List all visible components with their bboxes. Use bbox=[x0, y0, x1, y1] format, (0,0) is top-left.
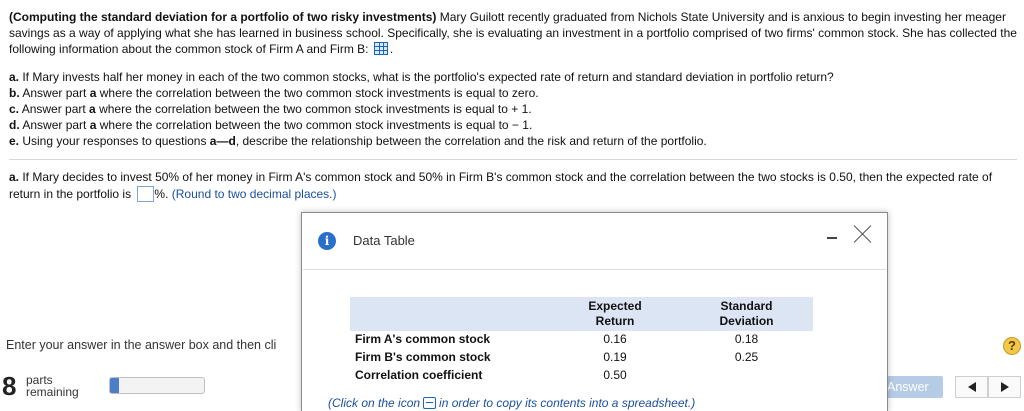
part-text: Answer part bbox=[19, 118, 90, 132]
copy-to-spreadsheet-icon[interactable] bbox=[423, 397, 437, 409]
standard-deviation-cell bbox=[680, 367, 813, 385]
header-line: Expected bbox=[588, 299, 642, 313]
table-row: Firm A's common stock 0.16 0.18 bbox=[350, 331, 813, 349]
chevron-right-icon bbox=[1001, 382, 1009, 392]
part-e-text: e. Using your responses to questions a—d… bbox=[9, 133, 1017, 149]
problem-statement: (Computing the standard deviation for a … bbox=[9, 9, 1017, 149]
part-tail: where the correlation between the two co… bbox=[95, 102, 532, 116]
part-ref: a—d bbox=[209, 134, 236, 148]
data-table: Expected Return Standard Deviation Firm A'… bbox=[350, 297, 813, 385]
dialog-header: i Data Table bbox=[302, 213, 887, 269]
answer-unit: %. bbox=[154, 187, 169, 201]
next-button[interactable] bbox=[988, 376, 1021, 398]
progress-bar bbox=[109, 377, 205, 394]
part-label: a. bbox=[9, 70, 20, 84]
header-line: Standard bbox=[720, 299, 773, 313]
answer-button[interactable]: Answer bbox=[882, 376, 943, 398]
part-tail: where the correlation between the two co… bbox=[96, 86, 539, 100]
problem-title: (Computing the standard deviation for a … bbox=[9, 10, 437, 24]
table-header-standard-deviation: Standard Deviation bbox=[680, 297, 813, 331]
part-text: Using your responses to questions bbox=[19, 134, 210, 148]
table-header-expected-return: Expected Return bbox=[550, 297, 680, 331]
standard-deviation-cell: 0.18 bbox=[734, 332, 759, 346]
question-label: a. bbox=[9, 170, 20, 184]
chevron-left-icon bbox=[968, 382, 976, 392]
part-ref: a bbox=[89, 102, 96, 116]
part-text: If Mary invests half her money in each o… bbox=[19, 70, 834, 84]
progress-fill bbox=[110, 378, 120, 393]
part-tail: , describe the relationship between the … bbox=[235, 134, 707, 148]
row-label: Firm A's common stock bbox=[355, 332, 491, 346]
intro-end: . bbox=[389, 42, 394, 56]
part-d-text: d. Answer part a where the correlation b… bbox=[9, 117, 1017, 133]
section-divider bbox=[9, 159, 1017, 160]
info-icon: i bbox=[318, 232, 336, 250]
data-table-dialog: i Data Table Expected Return Standard Devi… bbox=[301, 212, 888, 411]
help-icon[interactable]: ? bbox=[1003, 337, 1021, 355]
problem-intro: (Computing the standard deviation for a … bbox=[9, 9, 1017, 57]
row-label: Correlation coefficient bbox=[355, 368, 483, 382]
part-label: d. bbox=[9, 118, 20, 132]
part-text: Answer part bbox=[19, 102, 90, 116]
minimize-icon[interactable] bbox=[827, 237, 837, 239]
header-line: Deviation bbox=[719, 314, 774, 328]
expected-return-cell: 0.19 bbox=[603, 350, 627, 364]
part-text: Answer part bbox=[19, 86, 90, 100]
table-row: Correlation coefficient 0.50 bbox=[350, 367, 813, 385]
row-label: Firm B's common stock bbox=[355, 350, 491, 364]
instruction-text: Enter your answer in the answer box and … bbox=[6, 338, 277, 352]
dialog-title: Data Table bbox=[353, 233, 415, 248]
part-a-text: a. If Mary invests half her money in eac… bbox=[9, 69, 1017, 85]
copy-note-before: (Click on the icon bbox=[328, 396, 421, 410]
copy-note: (Click on the icon in order to copy its c… bbox=[328, 396, 695, 410]
previous-button[interactable] bbox=[955, 376, 988, 398]
table-header-blank bbox=[350, 297, 550, 331]
part-tail: where the correlation between the two co… bbox=[96, 118, 533, 132]
header-line: Return bbox=[595, 314, 635, 328]
part-c-text: c. Answer part a where the correlation b… bbox=[9, 101, 1017, 117]
part-label: e. bbox=[9, 134, 20, 148]
parts-count: 8 bbox=[2, 371, 17, 401]
standard-deviation-cell: 0.25 bbox=[734, 350, 759, 364]
expected-return-cell: 0.50 bbox=[603, 368, 627, 382]
answer-input[interactable] bbox=[137, 186, 155, 202]
copy-note-after: in order to copy its contents into a spr… bbox=[439, 396, 696, 410]
table-row: Firm B's common stock 0.19 0.25 bbox=[350, 349, 813, 367]
part-label: c. bbox=[9, 102, 20, 116]
data-table-icon[interactable] bbox=[373, 42, 388, 55]
expected-return-cell: 0.16 bbox=[603, 332, 627, 346]
dialog-body: Expected Return Standard Deviation Firm A'… bbox=[303, 269, 886, 411]
close-icon[interactable] bbox=[853, 224, 873, 244]
parts-label-line2: remaining bbox=[26, 385, 79, 399]
parts-label: parts remaining bbox=[26, 374, 79, 398]
rounding-hint: (Round to two decimal places.) bbox=[171, 187, 337, 201]
part-label: b. bbox=[9, 86, 20, 100]
part-b-text: b. Answer part a where the correlation b… bbox=[9, 85, 1017, 101]
question-prompt: a. If Mary decides to invest 50% of her … bbox=[9, 169, 1017, 203]
